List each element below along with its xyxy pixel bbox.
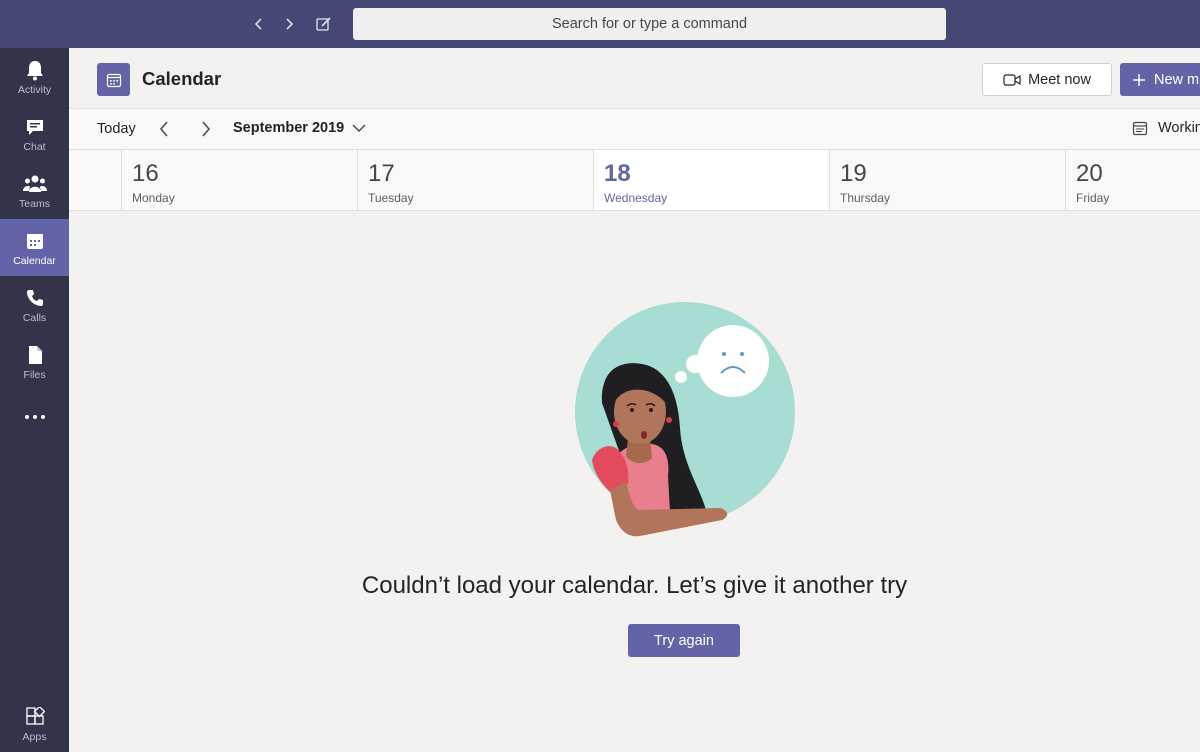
teams-icon <box>22 172 47 196</box>
next-week-button[interactable] <box>196 119 216 139</box>
day-number: 17 <box>368 160 395 187</box>
view-selector[interactable]: Working <box>1132 120 1200 136</box>
previous-week-button[interactable] <box>154 119 174 139</box>
day-number: 16 <box>132 160 159 187</box>
forward-button[interactable] <box>277 12 301 36</box>
rail-item-teams[interactable]: Teams <box>0 162 69 219</box>
day-name: Wednesday <box>604 191 668 205</box>
chevron-down-icon <box>352 124 366 132</box>
month-picker[interactable]: September 2019 <box>233 120 366 136</box>
compose-icon <box>316 17 331 31</box>
rail-item-label: Activity <box>17 83 52 96</box>
day-column-header[interactable]: 20 Friday <box>1065 150 1200 210</box>
rail-item-calendar[interactable]: Calendar <box>0 219 69 276</box>
page-title: Calendar <box>142 68 222 89</box>
rail-item-files[interactable]: Files <box>0 333 69 390</box>
day-number: 18 <box>604 160 631 187</box>
rail-item-label: Teams <box>19 197 50 210</box>
chat-icon <box>23 115 47 139</box>
day-column-header[interactable]: 19 Thursday <box>829 150 1065 210</box>
video-camera-icon <box>1003 73 1021 86</box>
view-selector-label: Working <box>1158 120 1200 136</box>
day-number: 19 <box>840 160 867 187</box>
file-icon <box>23 343 47 367</box>
day-number: 20 <box>1076 160 1103 187</box>
apps-icon <box>23 705 47 729</box>
new-meeting-button[interactable]: New m <box>1120 63 1200 96</box>
try-again-button[interactable]: Try again <box>628 624 740 657</box>
more-icon <box>23 405 47 429</box>
calendar-icon <box>106 73 121 87</box>
error-message: Couldn’t load your calendar. Let’s give … <box>69 572 1200 600</box>
day-header-row: 16 Monday 17 Tuesday 18 Wednesday 19 Thu… <box>69 150 1200 211</box>
rail-more-button[interactable] <box>0 390 69 445</box>
today-button[interactable]: Today <box>97 121 136 137</box>
rail-item-label: Chat <box>23 140 46 153</box>
calendar-toolbar: Today September 2019 Working <box>69 109 1200 150</box>
month-label: September 2019 <box>233 120 345 136</box>
meet-now-button[interactable]: Meet now <box>982 63 1112 96</box>
chevron-left-icon <box>160 121 168 137</box>
error-message-text: Couldn’t load your calendar. Let’s give … <box>361 572 908 599</box>
try-again-label: Try again <box>654 632 714 649</box>
day-column-header[interactable]: 17 Tuesday <box>357 150 593 210</box>
day-name: Tuesday <box>368 191 414 205</box>
chevron-right-icon <box>286 18 294 30</box>
rail-item-activity[interactable]: Activity <box>0 48 69 105</box>
day-column-header[interactable]: 16 Monday <box>121 150 357 210</box>
calendar-icon <box>1132 121 1148 136</box>
error-illustration <box>575 302 795 537</box>
rail-item-label: Files <box>23 368 46 381</box>
chevron-right-icon <box>202 121 210 137</box>
plus-icon <box>1133 73 1145 86</box>
rail-item-label: Apps <box>22 731 47 743</box>
rail-item-label: Calendar <box>13 254 56 267</box>
compose-button[interactable] <box>312 12 336 36</box>
day-name: Monday <box>132 191 175 205</box>
day-column-header-current[interactable]: 18 Wednesday <box>593 150 829 210</box>
calendar-app-badge <box>97 63 130 96</box>
rail-item-chat[interactable]: Chat <box>0 105 69 162</box>
rail-item-label: Calls <box>22 311 47 324</box>
search-input[interactable]: Search for or type a command <box>353 8 946 40</box>
calendar-header: Calendar Meet now New m <box>69 48 1200 109</box>
day-name: Friday <box>1076 191 1110 205</box>
calendar-icon <box>23 229 47 253</box>
app-rail: Activity Chat Teams Calendar Calls Files <box>0 48 69 752</box>
title-bar: Search for or type a command <box>0 0 1200 48</box>
search-placeholder: Search for or type a command <box>551 16 748 32</box>
phone-icon <box>23 286 47 310</box>
bell-icon <box>23 58 47 82</box>
day-name: Thursday <box>840 191 891 205</box>
meet-now-label: Meet now <box>1028 71 1091 88</box>
chevron-left-icon <box>254 18 262 30</box>
new-meeting-label: New m <box>1154 71 1200 88</box>
rail-item-apps[interactable]: Apps <box>0 698 69 750</box>
rail-item-calls[interactable]: Calls <box>0 276 69 333</box>
back-button[interactable] <box>247 12 271 36</box>
